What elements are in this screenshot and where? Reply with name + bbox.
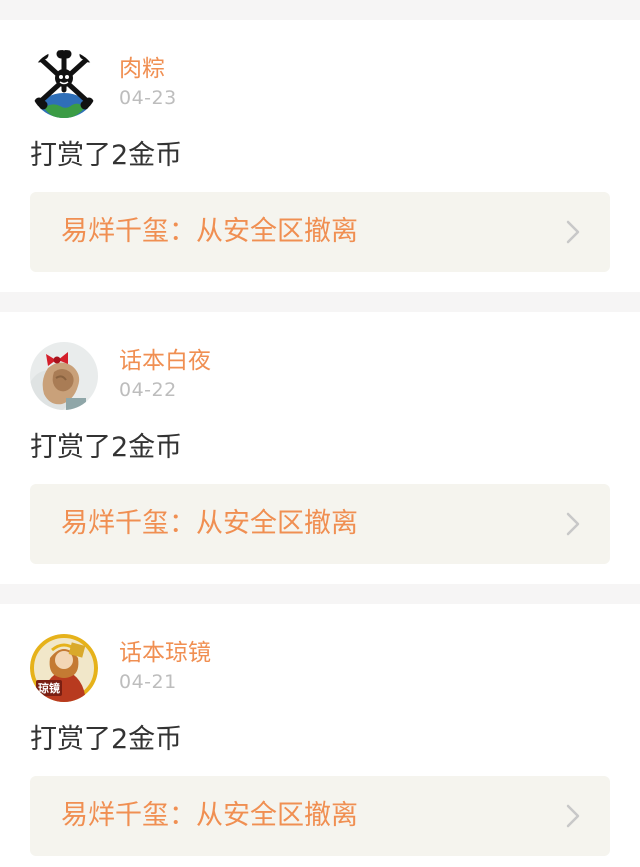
user-avatar[interactable]: 琼镜: [30, 634, 98, 702]
reward-card: 琼镜 话本琼镜 04-21 打赏了2金币 易烊千玺：从安全区撤离: [0, 604, 640, 867]
reward-card: 话本白夜 04-22 打赏了2金币 易烊千玺：从安全区撤离: [0, 312, 640, 584]
book-link[interactable]: 易烊千玺：从安全区撤离: [30, 484, 610, 564]
username[interactable]: 话本白夜: [119, 346, 211, 376]
user-avatar[interactable]: [30, 342, 98, 410]
avatar-badge-text: 琼镜: [38, 681, 60, 695]
chevron-right-icon: [566, 512, 580, 536]
book-title: 易烊千玺：从安全区撤离: [61, 216, 358, 247]
book-title: 易烊千玺：从安全区撤离: [61, 800, 358, 831]
red-bow-hair-avatar-icon: [30, 342, 98, 410]
username[interactable]: 肉粽: [119, 54, 165, 84]
username[interactable]: 话本琼镜: [119, 638, 211, 668]
reward-action-text: 打赏了2金币: [30, 724, 183, 755]
illustrated-character-avatar-icon: 琼镜: [30, 634, 98, 702]
user-avatar[interactable]: [30, 50, 98, 118]
reward-action-text: 打赏了2金币: [30, 140, 183, 171]
book-title: 易烊千玺：从安全区撤离: [61, 508, 358, 539]
chevron-right-icon: [566, 220, 580, 244]
reward-action-text: 打赏了2金币: [30, 432, 183, 463]
book-link[interactable]: 易烊千玺：从安全区撤离: [30, 192, 610, 272]
reward-date: 04-22: [119, 379, 177, 401]
reward-feed: 肉粽 04-23 打赏了2金币 易烊千玺：从安全区撤离 话本白夜 04-22 打…: [0, 0, 640, 867]
chevron-right-icon: [566, 804, 580, 828]
bones-globe-avatar-icon: [30, 50, 98, 118]
book-link[interactable]: 易烊千玺：从安全区撤离: [30, 776, 610, 856]
reward-date: 04-21: [119, 671, 177, 693]
reward-card: 肉粽 04-23 打赏了2金币 易烊千玺：从安全区撤离: [0, 20, 640, 292]
reward-date: 04-23: [119, 87, 177, 109]
